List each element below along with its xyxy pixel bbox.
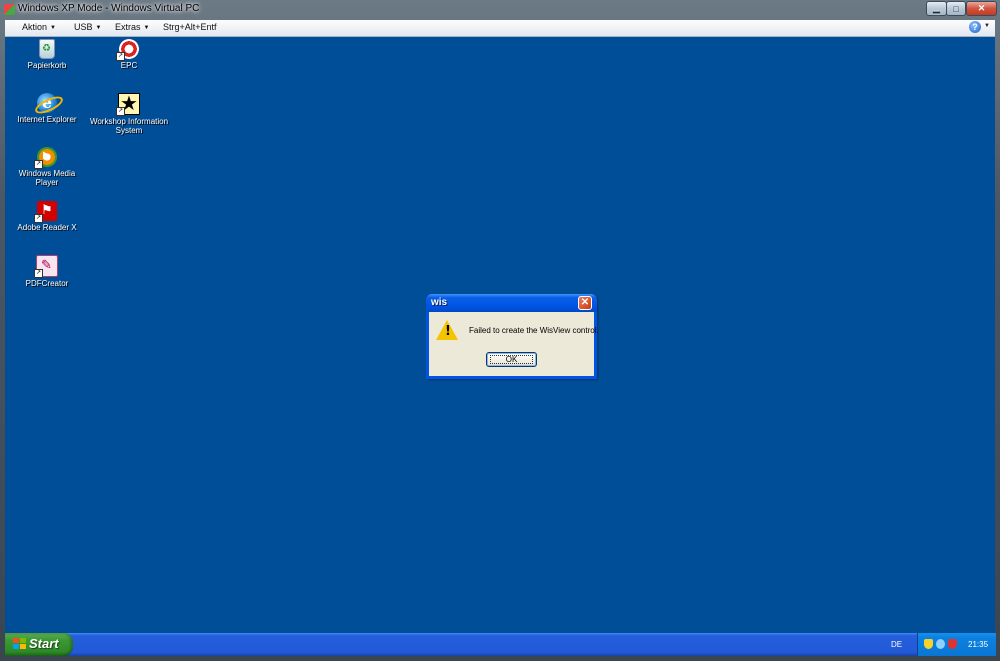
menu-extras[interactable]: Extras ▼ — [115, 22, 149, 32]
desktop-icon-label: Adobe Reader X — [17, 223, 77, 232]
recycle-bin-icon — [39, 39, 55, 59]
windows-flag-icon — [13, 638, 26, 650]
help-icon[interactable]: ? — [969, 21, 981, 33]
chevron-down-icon: ▼ — [95, 25, 102, 31]
desktop-icon-label: Windows Media Player — [18, 169, 76, 187]
desktop-icon-label: Internet Explorer — [17, 115, 77, 124]
focus-ring — [490, 355, 533, 364]
workshop-star-icon: ↗ — [116, 91, 140, 116]
desktop-icon-epc[interactable]: ↗ EPC — [89, 39, 169, 70]
wis-label-line2: System — [115, 126, 143, 135]
host-window: Windows XP Mode - Windows Virtual PC ▁ □… — [0, 0, 1000, 661]
dialog-titlebar[interactable]: wis ✕ — [426, 294, 597, 312]
dialog-message: Failed to create the WisView control. — [469, 326, 599, 335]
dialog-close-button[interactable]: ✕ — [578, 296, 592, 310]
dialog-title: wis — [431, 297, 448, 308]
wis-label-line1: Workshop Information — [89, 117, 169, 126]
language-indicator[interactable]: DE — [891, 640, 902, 649]
adobe-reader-icon: ↗ — [34, 201, 57, 223]
chevron-down-icon[interactable]: ▼ — [984, 23, 990, 29]
host-titlebar[interactable]: Windows XP Mode - Windows Virtual PC ▁ □… — [0, 0, 1000, 20]
taskbar: Start DE 21:35 — [5, 633, 996, 656]
minimize-button[interactable]: ▁ — [926, 1, 947, 16]
menu-usb[interactable]: USB ▼ — [74, 22, 101, 32]
network-icon[interactable] — [936, 639, 945, 649]
menu-aktion-label: Aktion — [22, 22, 48, 32]
close-button[interactable]: ✕ — [966, 1, 997, 16]
desktop-icon-workshop-information-system[interactable]: ↗ Workshop InformationSystem — [89, 91, 169, 135]
pdfcreator-icon: ↗ — [34, 255, 58, 278]
clock[interactable]: 21:35 — [968, 640, 988, 649]
system-tray: 21:35 — [917, 633, 996, 656]
desktop-icon-label: PDFCreator — [25, 279, 69, 288]
security-shield-icon[interactable] — [924, 639, 933, 649]
menu-extras-label: Extras — [115, 22, 141, 32]
menu-ctrl-alt-del[interactable]: Strg+Alt+Entf — [163, 22, 217, 32]
chevron-down-icon: ▼ — [50, 25, 56, 31]
desktop-icon-label: Papierkorb — [27, 61, 67, 70]
start-button-label: Start — [29, 636, 59, 651]
internet-explorer-icon: e — [37, 93, 57, 113]
shortcut-arrow-icon: ↗ — [34, 214, 43, 223]
dialog-body: Failed to create the WisView control. OK — [429, 312, 599, 376]
shortcut-arrow-icon: ↗ — [116, 52, 125, 61]
desktop-icon-recycle-bin[interactable]: Papierkorb — [7, 39, 87, 70]
desktop-icon-windows-media-player[interactable]: ↗ Windows Media Player — [7, 147, 87, 187]
minimize-icon: ▁ — [933, 3, 940, 13]
maximize-button[interactable]: □ — [946, 1, 966, 16]
desktop-icon-adobe-reader[interactable]: ↗ Adobe Reader X — [7, 201, 87, 232]
menu-aktion[interactable]: Aktion ▼ — [22, 22, 56, 32]
media-player-icon: ↗ — [34, 147, 57, 169]
ok-button[interactable]: OK — [486, 352, 537, 367]
desktop-icon-label: Workshop Information System — [89, 117, 169, 135]
shortcut-arrow-icon: ↗ — [116, 107, 125, 116]
host-menubar: Aktion ▼ USB ▼ Extras ▼ Strg+Alt+Entf ? ▼ — [5, 20, 995, 37]
desktop-icon-pdfcreator[interactable]: ↗ PDFCreator — [7, 255, 87, 288]
desktop-icon-label: EPC — [120, 61, 138, 70]
menu-usb-label: USB — [74, 22, 93, 32]
start-button[interactable]: Start — [5, 633, 73, 656]
virtual-pc-app-icon — [4, 4, 15, 15]
desktop-icon-internet-explorer[interactable]: e Internet Explorer — [7, 93, 87, 124]
maximize-icon: □ — [953, 3, 959, 14]
chevron-down-icon: ▼ — [143, 25, 150, 31]
shortcut-arrow-icon: ↗ — [34, 160, 43, 169]
security-center-icon[interactable] — [948, 639, 957, 649]
epc-icon: ↗ — [116, 39, 139, 61]
host-window-title: Windows XP Mode - Windows Virtual PC — [18, 3, 200, 14]
shortcut-arrow-icon: ↗ — [34, 269, 43, 278]
error-dialog: wis ✕ Failed to create the WisView contr… — [426, 294, 599, 379]
close-icon: ✕ — [977, 3, 986, 13]
warning-icon — [436, 320, 458, 340]
